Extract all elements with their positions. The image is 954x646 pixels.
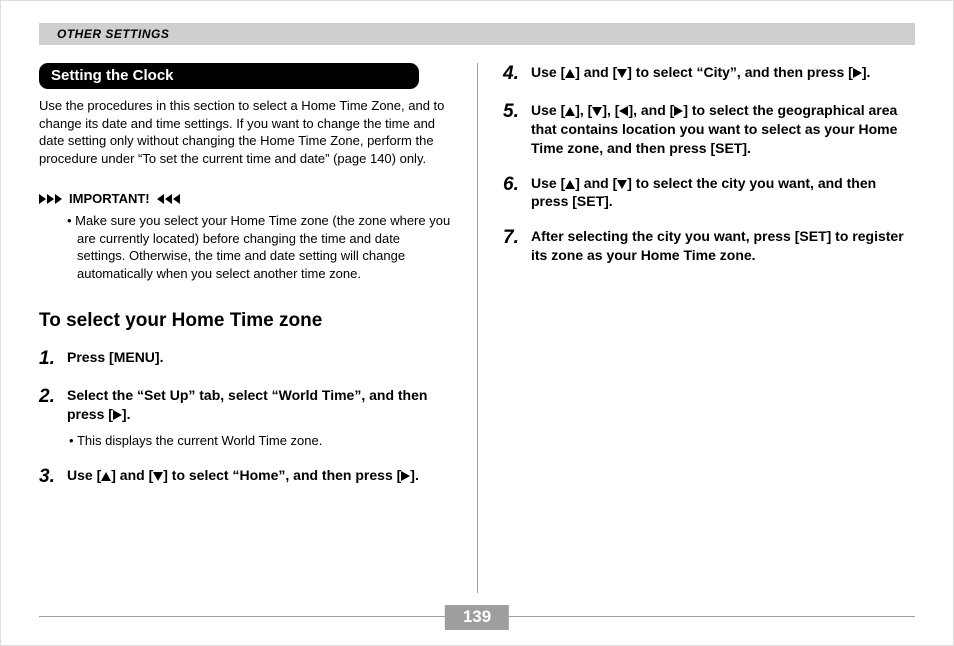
step-subbullet: This displays the current World Time zon… <box>67 432 451 450</box>
triangle-left-icon <box>156 194 180 204</box>
section-heading: Setting the Clock <box>39 63 419 89</box>
important-bullet: Make sure you select your Home Time zone… <box>39 212 451 282</box>
down-arrow-icon <box>617 180 627 189</box>
page-header-bar: OTHER SETTINGS <box>39 23 915 45</box>
step-1: 1. Press [MENU]. <box>39 348 451 370</box>
step-text: Use [], [], [], and [] to select the geo… <box>531 101 915 158</box>
step-number: 6. <box>503 174 531 212</box>
important-label: IMPORTANT! <box>69 191 150 206</box>
right-arrow-icon <box>674 106 683 116</box>
procedure-heading: To select your Home Time zone <box>39 310 451 332</box>
step-number: 3. <box>39 466 67 488</box>
page-number: 139 <box>445 605 509 630</box>
section-name: OTHER SETTINGS <box>57 27 169 41</box>
up-arrow-icon <box>101 472 111 481</box>
right-arrow-icon <box>401 471 410 481</box>
up-arrow-icon <box>565 69 575 78</box>
step-text: Press [MENU]. <box>67 348 163 370</box>
step-7: 7. After selecting the city you want, pr… <box>503 227 915 265</box>
step-text: After selecting the city you want, press… <box>531 227 915 265</box>
down-arrow-icon <box>592 107 602 116</box>
step-text: Use [] and [] to select “City”, and then… <box>531 63 870 85</box>
step-text: Select the “Set Up” tab, select “World T… <box>67 386 451 449</box>
step-2: 2. Select the “Set Up” tab, select “Worl… <box>39 386 451 449</box>
triangle-right-icon <box>39 194 63 204</box>
step-text: Use [] and [] to select “Home”, and then… <box>67 466 419 488</box>
intro-paragraph: Use the procedures in this section to se… <box>39 97 451 167</box>
step-5: 5. Use [], [], [], and [] to select the … <box>503 101 915 158</box>
important-heading: IMPORTANT! <box>39 191 451 206</box>
step-number: 5. <box>503 101 531 158</box>
step-number: 4. <box>503 63 531 85</box>
down-arrow-icon <box>617 69 627 78</box>
step-4: 4. Use [] and [] to select “City”, and t… <box>503 63 915 85</box>
up-arrow-icon <box>565 180 575 189</box>
step-number: 2. <box>39 386 67 449</box>
step-number: 1. <box>39 348 67 370</box>
right-arrow-icon <box>113 410 122 420</box>
column-divider <box>477 63 478 593</box>
step-text: Use [] and [] to select the city you wan… <box>531 174 915 212</box>
step-6: 6. Use [] and [] to select the city you … <box>503 174 915 212</box>
step-3: 3. Use [] and [] to select “Home”, and t… <box>39 466 451 488</box>
up-arrow-icon <box>565 107 575 116</box>
step-number: 7. <box>503 227 531 265</box>
down-arrow-icon <box>153 472 163 481</box>
right-arrow-icon <box>853 68 862 78</box>
page-footer: 139 <box>39 605 915 627</box>
